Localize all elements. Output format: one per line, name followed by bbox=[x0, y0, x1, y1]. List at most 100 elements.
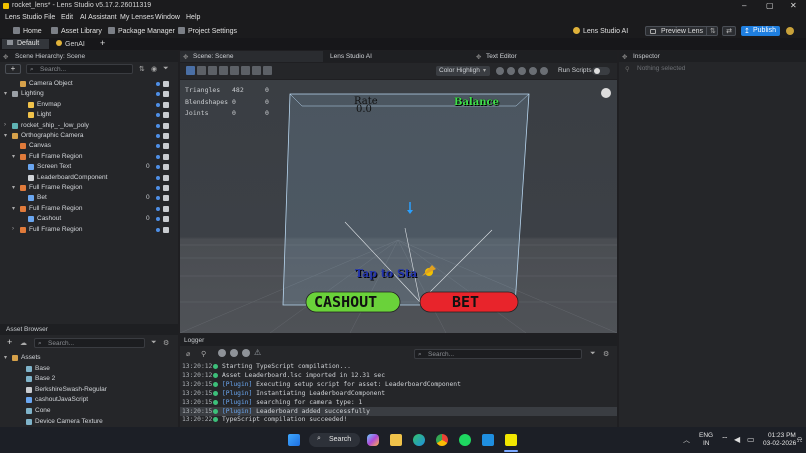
enabled-checkbox[interactable] bbox=[163, 101, 169, 108]
clear-log-icon[interactable]: ⌀ bbox=[186, 350, 190, 358]
log-line[interactable]: 13:20:22 TypeScript compilation succeeded… bbox=[180, 415, 617, 424]
lens-studio-taskbar-icon[interactable] bbox=[505, 434, 517, 446]
hierarchy-row[interactable]: ▾ Orthographic Camera bbox=[0, 131, 178, 141]
pin-icon[interactable]: ⚲ bbox=[201, 350, 206, 358]
close-icon[interactable]: ✕ bbox=[790, 1, 797, 10]
tab-lens-studio-ai[interactable]: Lens Studio AI bbox=[326, 51, 469, 62]
enabled-checkbox[interactable] bbox=[163, 112, 169, 119]
add-object-button[interactable]: + bbox=[5, 64, 21, 74]
visibility-dot-icon[interactable] bbox=[156, 92, 160, 97]
lens-studio-ai-button[interactable]: Lens Studio AI bbox=[573, 27, 628, 35]
project-settings-button[interactable]: Project Settings bbox=[178, 27, 237, 35]
asset-row[interactable]: Cone bbox=[0, 406, 178, 416]
menu-edit[interactable]: Edit bbox=[61, 14, 73, 21]
select-tool-icon[interactable] bbox=[186, 66, 195, 75]
filter-icon[interactable]: ⏷ bbox=[151, 339, 157, 347]
visibility-dot-icon[interactable] bbox=[156, 113, 160, 118]
filter-icon[interactable]: ⏷ bbox=[163, 65, 169, 73]
hierarchy-row[interactable]: ▾ Full Frame Region bbox=[0, 204, 178, 214]
log-line[interactable]: 13:20:15 [Plugin] searching for camera ty… bbox=[180, 398, 617, 407]
enabled-checkbox[interactable] bbox=[163, 164, 169, 171]
file-explorer-icon[interactable] bbox=[390, 434, 402, 446]
enabled-checkbox[interactable] bbox=[163, 81, 169, 87]
visibility-icon[interactable]: ◉ bbox=[151, 65, 157, 73]
edge-icon[interactable] bbox=[413, 434, 425, 446]
gizmo-icon[interactable] bbox=[529, 67, 537, 75]
zoom-tool-icon[interactable] bbox=[219, 66, 228, 75]
filter-error-icon[interactable] bbox=[242, 349, 250, 357]
scene-viewport[interactable]: Triangles 482 0 Blendshapes 0 0 Joints 0… bbox=[180, 80, 617, 333]
notification-bell-icon[interactable]: ⍾ bbox=[797, 435, 802, 445]
visibility-dot-icon[interactable] bbox=[156, 123, 160, 128]
menu-window[interactable]: Window bbox=[155, 14, 180, 21]
run-scripts-toggle[interactable] bbox=[592, 67, 610, 75]
tab-scene[interactable]: ✥ Scene: Scene bbox=[180, 51, 323, 62]
hierarchy-row[interactable]: › rocket_ship_-_low_poly bbox=[0, 121, 178, 131]
filter-debug-icon[interactable] bbox=[230, 349, 238, 357]
asset-row[interactable]: Device Camera Texture bbox=[0, 417, 178, 427]
tab-genai[interactable]: GenAI bbox=[51, 39, 93, 49]
menu-my-lenses[interactable]: My Lenses bbox=[120, 14, 154, 21]
hierarchy-row[interactable]: Bet 0 bbox=[0, 193, 178, 203]
vscode-icon[interactable] bbox=[482, 434, 494, 446]
hierarchy-row[interactable]: Camera Object bbox=[0, 79, 178, 89]
enabled-checkbox[interactable] bbox=[163, 195, 169, 202]
chevron-up-icon[interactable]: ︿ bbox=[683, 435, 690, 445]
cashout-button[interactable]: CASHOUT bbox=[314, 293, 377, 311]
hierarchy-row[interactable]: ▾ Full Frame Region bbox=[0, 183, 178, 193]
copilot-icon[interactable] bbox=[367, 434, 379, 446]
enabled-checkbox[interactable] bbox=[163, 174, 169, 181]
clock-date[interactable]: 03-02-2026 bbox=[763, 440, 796, 447]
asset-row[interactable]: Base 2 bbox=[0, 374, 178, 384]
chevron-down-icon[interactable]: ▾ bbox=[12, 153, 15, 160]
chevron-right-icon[interactable]: › bbox=[12, 226, 14, 232]
hierarchy-row[interactable]: Screen Text 0 bbox=[0, 162, 178, 172]
publish-button[interactable]: ↥ Publish bbox=[741, 26, 780, 36]
asset-row[interactable]: Base bbox=[0, 364, 178, 374]
enabled-checkbox[interactable] bbox=[163, 185, 169, 191]
visibility-dot-icon[interactable] bbox=[156, 82, 160, 86]
hierarchy-row[interactable]: Light bbox=[0, 110, 178, 120]
clock-time[interactable]: 01:23 PM bbox=[768, 432, 796, 439]
chevron-down-icon[interactable]: ▾ bbox=[4, 90, 7, 97]
enabled-checkbox[interactable] bbox=[163, 226, 169, 233]
hierarchy-search-input[interactable]: ⌕ Search... bbox=[26, 64, 133, 74]
visibility-dot-icon[interactable] bbox=[156, 102, 160, 107]
log-line[interactable]: 13:20:15 [Plugin] Executing setup script … bbox=[180, 380, 617, 389]
hierarchy-row[interactable]: › Full Frame Region bbox=[0, 225, 178, 235]
visibility-dot-icon[interactable] bbox=[156, 175, 160, 180]
filter-warning-icon[interactable]: ⚠ bbox=[254, 348, 261, 357]
enabled-checkbox[interactable] bbox=[163, 122, 169, 129]
volume-icon[interactable]: ◀ bbox=[734, 435, 740, 444]
scene-settings-icon[interactable] bbox=[540, 67, 548, 75]
hierarchy-row[interactable]: LeaderboardComponent bbox=[0, 173, 178, 183]
cloud-icon[interactable]: ☁ bbox=[20, 339, 27, 347]
rotate-tool-icon[interactable] bbox=[241, 66, 250, 75]
settings-icon[interactable]: ⚙ bbox=[603, 350, 609, 358]
asset-library-button[interactable]: Asset Library bbox=[51, 27, 102, 35]
menu-help[interactable]: Help bbox=[186, 14, 200, 21]
move-tool-icon[interactable] bbox=[230, 66, 239, 75]
visibility-dot-icon[interactable] bbox=[156, 227, 160, 232]
chevron-right-icon[interactable]: › bbox=[4, 122, 6, 128]
lock-icon[interactable]: ⚲ bbox=[625, 65, 630, 73]
visibility-dot-icon[interactable] bbox=[156, 186, 160, 190]
user-avatar[interactable] bbox=[786, 27, 794, 35]
drag-handle-icon[interactable]: ✥ bbox=[622, 53, 627, 61]
asset-search-input[interactable]: ⌕ Search... bbox=[34, 338, 145, 348]
asset-row[interactable]: cashoutJavaScript bbox=[0, 395, 178, 405]
windows-start-icon[interactable] bbox=[288, 434, 300, 446]
sync-button[interactable]: ⇄ bbox=[722, 26, 736, 36]
visibility-dot-icon[interactable] bbox=[156, 165, 160, 170]
battery-icon[interactable]: ▭ bbox=[747, 435, 755, 444]
package-manager-button[interactable]: Package Manager bbox=[108, 27, 175, 35]
enabled-checkbox[interactable] bbox=[163, 143, 169, 150]
hierarchy-row[interactable]: ▾ Full Frame Region bbox=[0, 152, 178, 162]
tab-default[interactable]: Default bbox=[2, 39, 49, 49]
hierarchy-row[interactable]: Cashout 0 bbox=[0, 214, 178, 224]
wifi-icon[interactable]: ⌔ bbox=[721, 435, 729, 445]
enabled-checkbox[interactable] bbox=[163, 91, 169, 98]
home-button[interactable]: Home bbox=[13, 27, 42, 35]
enabled-checkbox[interactable] bbox=[163, 153, 169, 160]
visibility-dot-icon[interactable] bbox=[156, 217, 160, 222]
